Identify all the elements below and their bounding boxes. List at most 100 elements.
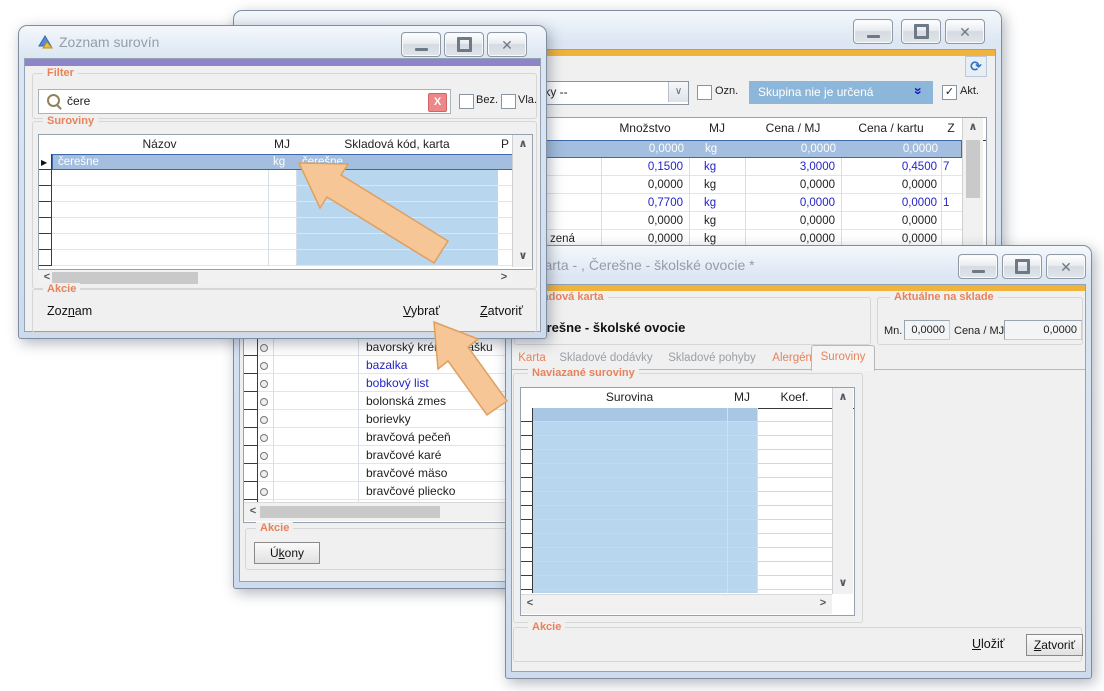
close-button[interactable]: ✕ [945, 19, 985, 44]
ukony-button[interactable]: Úkony [254, 542, 320, 564]
ozn-label: Ozn. [715, 85, 738, 98]
vla-checkbox[interactable] [501, 94, 516, 109]
list-item[interactable]: bazalka [366, 356, 407, 374]
suroviny-table[interactable]: Názov MJ Skladová kód, karta P ▶ čerešne… [38, 134, 533, 270]
cena-mj-label: Cena / MJ [954, 325, 1004, 337]
refresh-icon: ⟳ [970, 58, 982, 74]
titlebar[interactable]: Skladová karta - , Čerešne - školské ovo… [506, 246, 1091, 284]
cell-cena-kartu: 0,0000 [841, 176, 937, 194]
mn-field[interactable]: 0,0000 [904, 320, 950, 340]
akcie-group: Akcie Uložiť Zatvoriť [513, 627, 1082, 662]
dropdown-arrow-icon[interactable]: ∨ [668, 82, 688, 102]
akcie-group-label: Akcie [43, 283, 80, 296]
list-item[interactable]: bravčové karé [366, 446, 441, 464]
zoznam-button[interactable]: Zoznam [47, 304, 92, 318]
col-mj[interactable]: MJ [268, 135, 296, 153]
double-chevron-down-icon[interactable]: » [912, 87, 926, 95]
close-icon: ✕ [501, 38, 513, 52]
search-input[interactable]: čere X [38, 89, 451, 114]
col-cena-kartu[interactable]: Cena / kartu [841, 118, 941, 139]
ingredients-table[interactable]: Surovina MJ Koef. < > ∧ [520, 387, 855, 616]
minimize-button[interactable] [401, 32, 441, 57]
akcie-group-label: Akcie [256, 522, 293, 535]
ulozit-button[interactable]: Uložiť [972, 637, 1004, 651]
scroll-right-icon[interactable]: > [816, 596, 830, 612]
tab-skladove-dodavky[interactable]: Skladové dodávky [555, 347, 657, 369]
zatvorit-button[interactable]: Zatvoriť [480, 304, 523, 318]
row-marker-icon [260, 488, 268, 496]
minimize-button[interactable] [853, 19, 893, 44]
scroll-down-icon[interactable]: ∨ [516, 249, 530, 265]
col-mnozstvo[interactable]: Množstvo [601, 118, 689, 139]
cell-mj: kg [273, 155, 285, 169]
scrollbar-thumb[interactable] [966, 140, 980, 198]
vybrat-button[interactable]: Vybrať [403, 304, 440, 318]
clear-search-button[interactable]: X [428, 93, 447, 112]
skupina-field[interactable]: Skupina nie je určená » [749, 81, 933, 104]
scroll-right-icon[interactable]: > [497, 270, 511, 286]
col-mj[interactable]: MJ [689, 118, 745, 139]
cena-mj-field[interactable]: 0,0000 [1004, 320, 1082, 340]
vertical-scrollbar[interactable]: ∧ ∨ [832, 388, 853, 594]
akcie-group: Akcie Zoznam Vybrať Zatvoriť [32, 289, 537, 333]
close-icon: ✕ [1060, 260, 1072, 274]
list-item[interactable]: bavorský krém v prášku [366, 338, 493, 356]
karta-group: Skladová karta Čerešne - školské ovocie [514, 297, 871, 345]
list-item[interactable]: bobkový list [366, 374, 429, 392]
list-item[interactable]: borievky [366, 410, 411, 428]
akt-checkbox[interactable]: ✓ [942, 85, 957, 100]
col-z[interactable]: Z [941, 118, 961, 139]
horizontal-scrollbar[interactable]: < > [521, 594, 832, 614]
cell-z: 1 [943, 194, 949, 212]
minimize-button[interactable] [958, 254, 998, 279]
accent-bar [25, 59, 540, 66]
table-row-selected[interactable]: čerešne kg čerešne [52, 154, 513, 170]
cell-mnozstvo: 0,7700 [601, 194, 683, 212]
window-body: Filter čere X Bez. Vla. Suroviny Názov M… [24, 58, 541, 332]
current-row-icon: ▶ [41, 158, 47, 167]
list-item[interactable]: bravčové mäso [366, 464, 447, 482]
titlebar[interactable]: Zoznam surovín ✕ [19, 26, 546, 58]
maximize-button[interactable] [901, 19, 941, 44]
col-koef[interactable]: Koef. [757, 388, 832, 407]
horizontal-scrollbar[interactable]: < > [38, 270, 513, 286]
window-skladova-karta: Skladová karta - , Čerešne - školské ovo… [505, 245, 1092, 679]
scroll-up-icon[interactable]: ∧ [966, 120, 980, 136]
vertical-scrollbar[interactable]: ∧ ∨ [512, 135, 533, 267]
col-kod[interactable]: Skladová kód, karta [296, 135, 498, 153]
col-surovina[interactable]: Surovina [532, 388, 727, 407]
refresh-button[interactable]: ⟳ [965, 56, 987, 77]
ozn-checkbox[interactable] [697, 85, 712, 100]
tab-karta[interactable]: Karta [513, 347, 551, 369]
scroll-left-icon[interactable]: < [523, 596, 537, 612]
close-button[interactable]: ✕ [1046, 254, 1086, 279]
list-item[interactable]: bravčové pliecko [366, 482, 455, 500]
zatvorit-button[interactable]: Zatvoriť [1026, 634, 1083, 656]
col-cena-mj[interactable]: Cena / MJ [745, 118, 841, 139]
cell-cena-mj: 0,0000 [745, 176, 835, 194]
list-item[interactable]: bravčová pečeň [366, 428, 451, 446]
scrollbar-thumb[interactable] [260, 506, 440, 518]
cell-mj: kg [704, 194, 716, 212]
bez-checkbox[interactable] [459, 94, 474, 109]
scroll-down-icon[interactable]: ∨ [836, 576, 850, 592]
close-icon: ✕ [959, 25, 971, 39]
cell-cena-kartu: 0,0000 [841, 212, 937, 230]
col-mj[interactable]: MJ [727, 388, 757, 407]
tab-skladove-pohyby[interactable]: Skladové pohyby [661, 347, 763, 369]
col-nazov[interactable]: Názov [51, 135, 268, 153]
row-marker-icon [260, 452, 268, 460]
scroll-up-icon[interactable]: ∧ [516, 137, 530, 153]
cell-cena-mj: 3,0000 [745, 158, 835, 176]
window-zoznam-surovin: Zoznam surovín ✕ Filter čere X Bez. Vla. [18, 25, 547, 339]
maximize-button[interactable] [444, 32, 484, 57]
list-item[interactable]: bolonská zmes [366, 392, 446, 410]
close-button[interactable]: ✕ [487, 32, 527, 57]
tab-suroviny-active[interactable]: Suroviny [811, 345, 875, 371]
scroll-up-icon[interactable]: ∧ [836, 390, 850, 406]
cell-mnozstvo: 0,0000 [601, 176, 683, 194]
maximize-button[interactable] [1002, 254, 1042, 279]
cell-cena-mj: 0,0000 [745, 194, 835, 212]
scroll-left-icon[interactable]: < [246, 504, 260, 520]
cell-mj: kg [704, 158, 716, 176]
